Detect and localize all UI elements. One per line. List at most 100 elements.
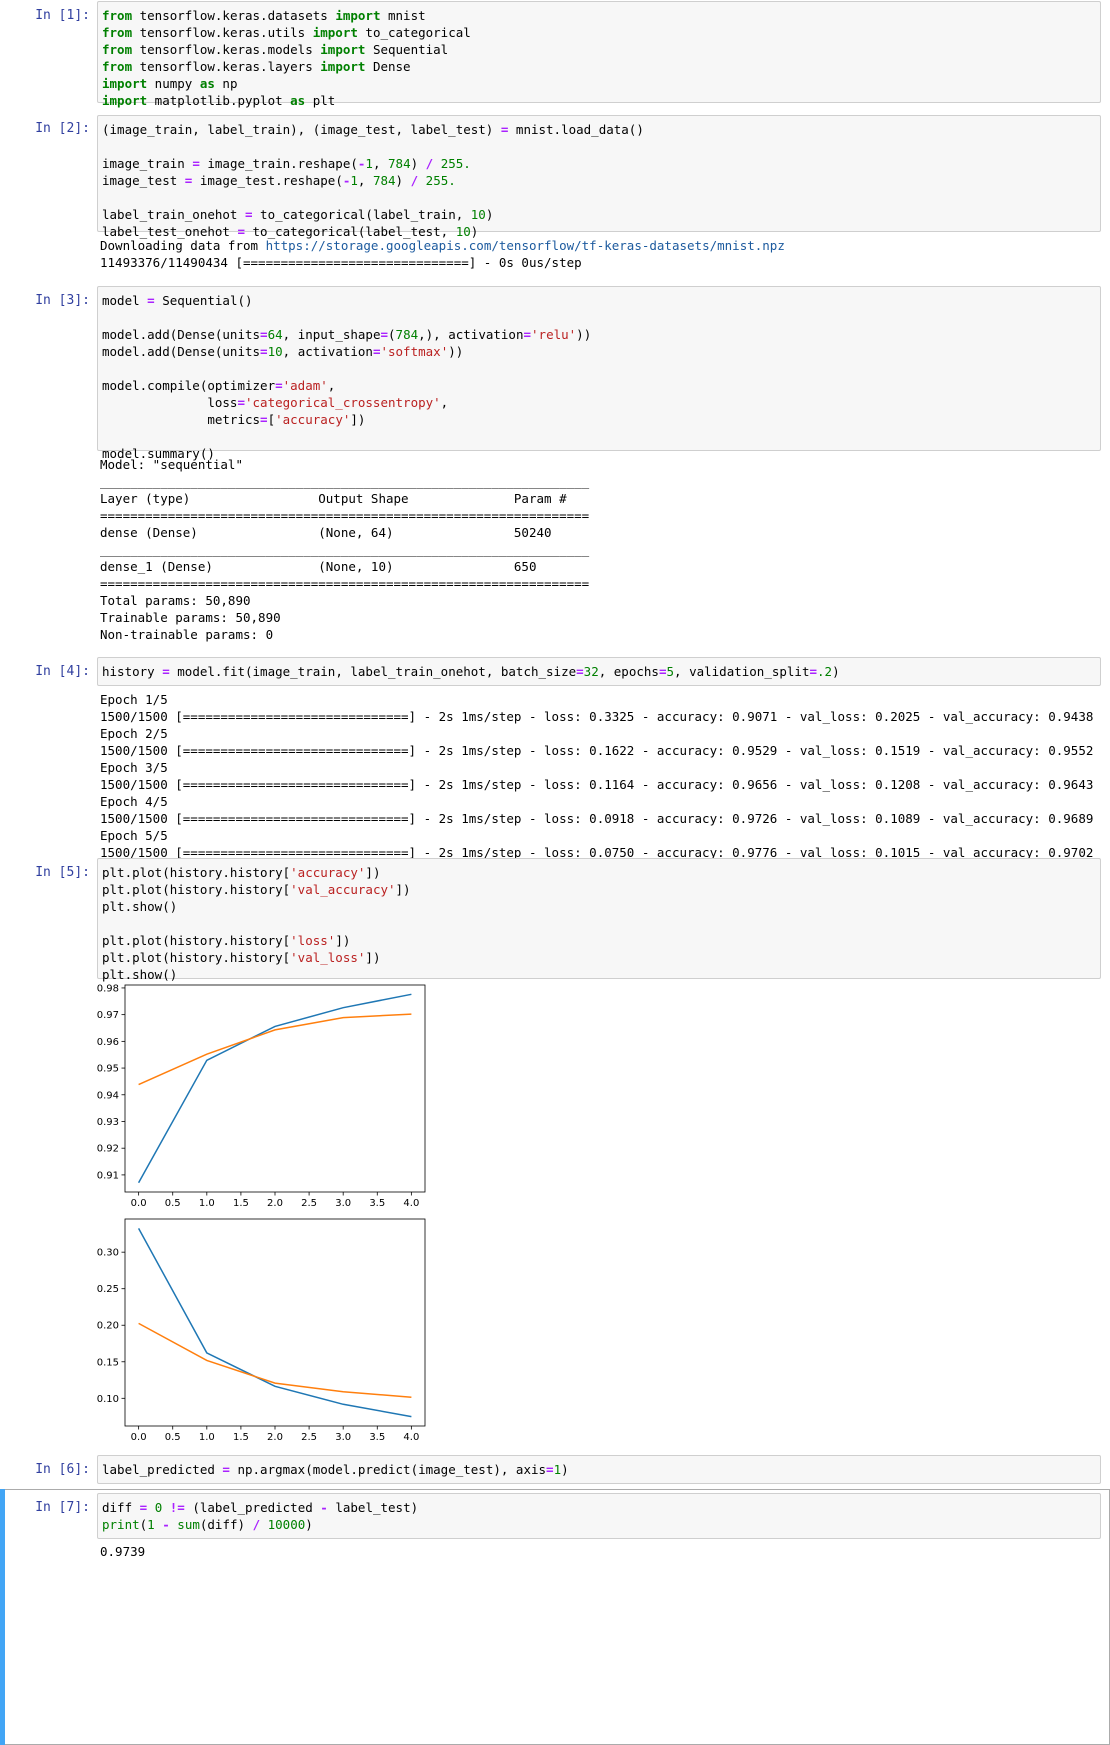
x-tick-label: 2.5: [301, 1198, 317, 1207]
series-line-1: [137, 1228, 412, 1418]
accuracy-chart-svg: 0.0 0.5 1.0 1.5 2.0 2.5 3.0 3.5 4.0 0.91 0.92 0.93 0…: [97, 983, 426, 1207]
code-line: import matplotlib.pyplot as plt: [102, 93, 336, 108]
output-line: Trainable params: 50,890: [100, 610, 281, 625]
code-line: image_train = image_train.reshape(-1, 78…: [102, 156, 471, 171]
x-tick-label: 0.0: [131, 1432, 147, 1441]
code-input[interactable]: (image_train, label_train), (image_test,…: [97, 115, 1101, 239]
cell-output: 0.9739: [100, 1543, 145, 1560]
x-tick-label: 0.5: [165, 1432, 181, 1441]
x-tick-label: 1.5: [233, 1432, 249, 1441]
y-tick-label: 0.91: [97, 1170, 119, 1181]
code-line: model.add(Dense(units=10, activation='so…: [102, 344, 464, 359]
loss-chart-svg: 0.0 0.5 1.0 1.5 2.0 2.5 3.0 3.5 4.0 0.10 0.15 0.20 0…: [97, 1218, 426, 1441]
output-line: dense (Dense) (None, 64) 50240: [100, 525, 552, 540]
cell-prompt: In [6]:: [35, 1462, 90, 1477]
code-line: plt.show(): [102, 899, 178, 914]
x-tick-label: 1.5: [233, 1198, 249, 1207]
code-line: plt.plot(history.history['loss']): [102, 933, 351, 948]
y-tick-label: 0.98: [97, 983, 119, 994]
output-line: ========================================…: [100, 576, 590, 591]
x-tick-label: 3.0: [335, 1198, 351, 1207]
x-tick-label: 0.5: [165, 1198, 181, 1207]
cell-output: Model: "sequential" _____________________…: [100, 456, 589, 660]
x-tick-label: 3.0: [335, 1432, 351, 1441]
code-line: loss='categorical_crossentropy',: [102, 395, 449, 410]
x-tick-label: 2.0: [267, 1432, 283, 1441]
output-line: Epoch 1/5: [100, 692, 168, 707]
cell-prompt: In [7]:: [35, 1500, 90, 1515]
code-input[interactable]: plt.plot(history.history['accuracy']) plt…: [97, 858, 1101, 982]
output-line: ________________________________________…: [100, 542, 590, 557]
code-line: plt.plot(history.history['val_loss']): [102, 950, 381, 965]
code-line: import numpy as np: [102, 76, 238, 91]
y-tick-label: 0.93: [97, 1117, 119, 1128]
x-tick-label: 0.0: [131, 1198, 147, 1207]
cell-prompt: In [1]:: [35, 8, 90, 23]
download-line: Downloading data from https://storage.go…: [100, 238, 785, 253]
code-line: plt.plot(history.history['accuracy']): [102, 865, 381, 880]
cell-prompt: In [4]:: [35, 664, 90, 679]
output-line: Epoch 5/5: [100, 828, 168, 843]
y-tick-label: 0.20: [97, 1321, 119, 1332]
code-line: from tensorflow.keras.layers import Dens…: [102, 59, 411, 74]
y-tick-label: 0.30: [97, 1248, 119, 1259]
cell-prompt: In [3]:: [35, 293, 90, 308]
code-line: history = model.fit(image_train, label_t…: [102, 664, 840, 679]
cell-prompt: In [5]:: [35, 865, 90, 880]
output-line: Layer (type) Output Shape Param #: [100, 491, 567, 506]
code-line: metrics=['accuracy']): [102, 412, 366, 427]
code-line: from tensorflow.keras.datasets import mn…: [102, 8, 426, 23]
y-tick-label: 0.92: [97, 1144, 119, 1155]
code-line: diff = 0 != (label_predicted - label_tes…: [102, 1500, 419, 1515]
download-progress: 11493376/11490434 [=====================…: [100, 255, 582, 270]
output-line: ========================================…: [100, 508, 590, 523]
x-tick-label: 3.5: [369, 1432, 385, 1441]
output-line: 1500/1500 [=============================…: [100, 811, 1094, 826]
series-line-1: [137, 993, 412, 1184]
code-line: plt.plot(history.history['val_accuracy']…: [102, 882, 411, 897]
output-line: Epoch 2/5: [100, 726, 168, 741]
output-line: Model: "sequential": [100, 457, 243, 472]
code-input[interactable]: model = Sequential() model.add(Dense(uni…: [97, 286, 1101, 461]
code-cell-7-selected[interactable]: In [7]: diff = 0 != (label_predicted - l…: [0, 1489, 1110, 1745]
x-tick-label: 1.0: [199, 1198, 215, 1207]
x-tick-label: 2.0: [267, 1198, 283, 1207]
code-line: print(1 - sum(diff) / 10000): [102, 1517, 313, 1532]
y-tick-label: 0.10: [97, 1394, 119, 1405]
output-line: dense_1 (Dense) (None, 10) 650: [100, 559, 537, 574]
x-tick-label: 1.0: [199, 1432, 215, 1441]
code-line: model.add(Dense(units=64, input_shape=(7…: [102, 327, 592, 342]
x-tick-label: 4.0: [403, 1198, 419, 1207]
output-line: Epoch 3/5: [100, 760, 168, 775]
code-line: model = Sequential(): [102, 293, 253, 308]
x-tick-label: 4.0: [403, 1432, 419, 1441]
loss-chart: 0.0 0.5 1.0 1.5 2.0 2.5 3.0 3.5 4.0 0.10 0.15 0.20 0…: [90, 1216, 490, 1441]
output-line: Epoch 4/5: [100, 794, 168, 809]
y-tick-label: 0.95: [97, 1064, 119, 1075]
code-line: label_predicted = np.argmax(model.predic…: [102, 1462, 569, 1477]
output-line: Non-trainable params: 0: [100, 627, 274, 642]
code-line: (image_train, label_train), (image_test,…: [102, 122, 644, 137]
cell-output: Downloading data from https://storage.go…: [100, 237, 785, 271]
code-input[interactable]: label_predicted = np.argmax(model.predic…: [97, 1455, 1101, 1484]
code-line: model.compile(optimizer='adam',: [102, 378, 336, 393]
y-tick-label: 0.94: [97, 1090, 119, 1101]
output-line: 1500/1500 [=============================…: [100, 777, 1094, 792]
code-input[interactable]: from tensorflow.keras.datasets import mn…: [97, 1, 1101, 108]
code-input[interactable]: diff = 0 != (label_predicted - label_tes…: [97, 1493, 1101, 1539]
output-line: ________________________________________…: [100, 474, 590, 489]
x-tick-label: 3.5: [369, 1198, 385, 1207]
output-line: 1500/1500 [=============================…: [100, 709, 1094, 724]
code-line: image_test = image_test.reshape(-1, 784)…: [102, 173, 456, 188]
code-input[interactable]: history = model.fit(image_train, label_t…: [97, 657, 1101, 686]
output-line: Total params: 50,890: [100, 593, 251, 608]
code-line: from tensorflow.keras.models import Sequ…: [102, 42, 449, 57]
output-line: 1500/1500 [=============================…: [100, 743, 1094, 758]
download-link[interactable]: https://storage.googleapis.com/tensorflo…: [266, 238, 785, 253]
code-line: label_train_onehot = to_categorical(labe…: [102, 207, 494, 222]
